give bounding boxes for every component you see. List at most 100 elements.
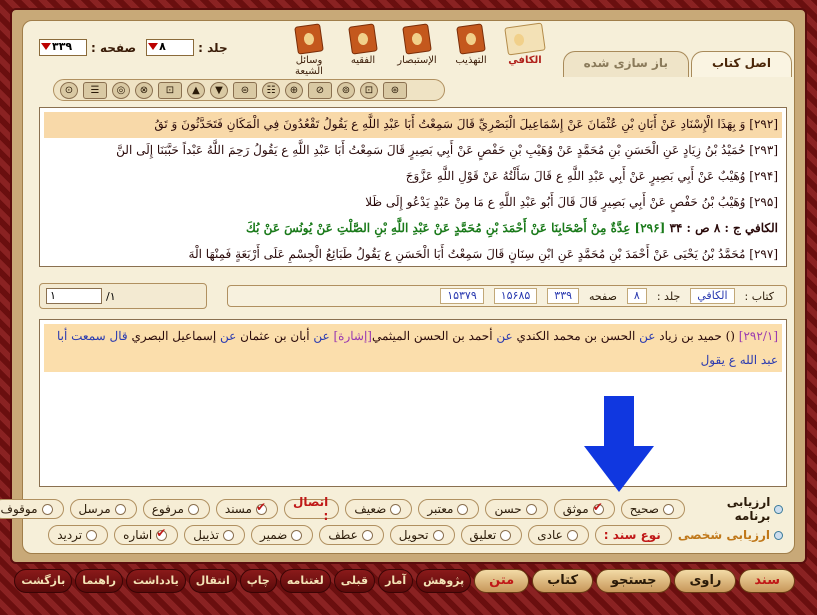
toolbar-button-11[interactable]: ⊚ bbox=[337, 81, 355, 99]
option-label: مرفوع bbox=[151, 502, 184, 516]
ratings_program-option-9[interactable]: موقوف bbox=[0, 499, 64, 519]
option-label: تذييل bbox=[193, 528, 219, 542]
toolbar-button-1[interactable]: ☰ bbox=[83, 81, 107, 99]
ratings_personal-option-7[interactable]: اشاره bbox=[114, 525, 179, 545]
ratings_personal-option-1[interactable]: عادی bbox=[528, 525, 589, 545]
checkbox-icon[interactable] bbox=[361, 529, 373, 541]
pager-current-input[interactable]: ۱ bbox=[46, 288, 102, 304]
toolbar-button-6[interactable]: ▼ bbox=[210, 81, 228, 99]
page-field[interactable]: ۳۳۹ bbox=[39, 39, 87, 56]
ratings_program-option-4[interactable]: ضعيف bbox=[345, 499, 413, 519]
checkbox-icon[interactable] bbox=[525, 503, 537, 515]
hadith-line[interactable]: [۲۹۲] وَ بِهَذَا الْإِسْنَادِ عَنْ أَبَا… bbox=[44, 112, 782, 138]
option-label: معتبر bbox=[427, 502, 454, 516]
checkbox-icon[interactable] bbox=[566, 529, 578, 541]
toolbar-button-5[interactable]: ▲ bbox=[187, 81, 205, 99]
book-1[interactable]: التهذيب bbox=[447, 23, 495, 77]
chevron-down-icon[interactable] bbox=[41, 43, 51, 50]
ratings_personal-option-6[interactable]: تذييل bbox=[184, 525, 245, 545]
checkbox-icon[interactable] bbox=[390, 503, 402, 515]
ratings_program-option-0[interactable]: صحيح bbox=[620, 499, 685, 519]
volume-field[interactable]: ۸ bbox=[146, 39, 195, 56]
chevron-down-icon[interactable] bbox=[148, 43, 159, 50]
ratings_personal-option-5[interactable]: ضمير bbox=[250, 525, 314, 545]
chain-segment: () bbox=[721, 329, 739, 343]
option-label: حسن bbox=[494, 502, 522, 516]
book-label: الإستبصار bbox=[397, 55, 437, 66]
checkbox-icon[interactable] bbox=[457, 503, 469, 515]
ratings_program-option-2[interactable]: حسن bbox=[485, 499, 548, 519]
bottom-button-4[interactable]: متن bbox=[474, 569, 530, 593]
ratings_personal-option-0[interactable]: نوع سند : bbox=[594, 525, 672, 545]
hadith-line[interactable]: [۲۹۴] وُهَيْبٌ عَنْ أَبِي بَصِيرٍ عَنْ أ… bbox=[44, 164, 782, 190]
radio-icon[interactable] bbox=[774, 530, 783, 540]
hadith-line[interactable]: [۲۹۵] وُهَيْبُ بْنُ حَفْصٍ عَنْ أَبِي بَ… bbox=[44, 190, 782, 216]
toolbar-button-3[interactable]: ⊗ bbox=[135, 81, 153, 99]
bottom-button-13[interactable]: بازگشت bbox=[14, 569, 73, 593]
option-label: موقوف bbox=[0, 502, 38, 516]
bottom-button-1[interactable]: راوی bbox=[674, 569, 737, 593]
bottom-button-10[interactable]: انتقال bbox=[188, 569, 237, 593]
ratings_personal-option-4[interactable]: عطف bbox=[319, 525, 384, 545]
bottom-button-7[interactable]: قبلی bbox=[333, 569, 376, 593]
bottom-button-6[interactable]: آمار bbox=[378, 569, 414, 593]
option-label: ضعيف bbox=[354, 502, 387, 516]
ratings_program-option-3[interactable]: معتبر bbox=[418, 499, 480, 519]
tab-0[interactable]: اصل كتاب bbox=[690, 51, 792, 77]
checkbox-icon[interactable] bbox=[291, 529, 303, 541]
checkbox-icon[interactable] bbox=[500, 529, 512, 541]
checkbox-icon[interactable] bbox=[114, 503, 126, 515]
ratings_personal-option-3[interactable]: تحويل bbox=[389, 525, 455, 545]
checkbox-icon[interactable] bbox=[156, 526, 168, 541]
bottom-button-5[interactable]: پژوهش bbox=[416, 569, 472, 593]
toolbar-button-4[interactable]: ⊡ bbox=[158, 81, 182, 99]
checkbox-icon[interactable] bbox=[592, 500, 604, 515]
radio-icon[interactable] bbox=[774, 504, 783, 514]
view-tabs: اصل كتاب باز سازی شده bbox=[562, 51, 792, 77]
ratings_program-option-6[interactable]: مسند bbox=[215, 499, 278, 519]
checkbox-icon[interactable] bbox=[41, 503, 53, 515]
hadith-line[interactable]: الكافي ج : ۸ ص : ۳۴ [۲۹۶] عِدَّةٌ مِنْ أ… bbox=[44, 216, 782, 242]
book-2[interactable]: الإستبصار bbox=[393, 23, 441, 77]
book-label: وسائل الشيعة bbox=[295, 55, 323, 77]
bottom-button-12[interactable]: راهنما bbox=[75, 569, 123, 593]
hadith-text: وُهَيْبٌ عَنْ أَبِي بَصِيرٍ عَنْ أَبِي ع… bbox=[405, 169, 746, 183]
bottom-button-8[interactable]: لغتنامه bbox=[279, 569, 331, 593]
bottom-button-3[interactable]: كتاب bbox=[532, 569, 594, 593]
book-0[interactable]: الكافي bbox=[501, 22, 549, 77]
book-4[interactable]: وسائل الشيعة bbox=[285, 23, 333, 77]
hadith-number: [۲۹۷] bbox=[749, 247, 778, 261]
toolbar-button-0[interactable]: ⊙ bbox=[60, 81, 78, 99]
toolbar-button-9[interactable]: ⊕ bbox=[285, 81, 303, 99]
bottom-button-0[interactable]: سند bbox=[739, 569, 795, 593]
toolbar-button-7[interactable]: ⊜ bbox=[233, 81, 257, 99]
book-3[interactable]: الفقيه bbox=[339, 23, 387, 77]
toolbar-button-13[interactable]: ⊛ bbox=[383, 81, 407, 99]
ratings_program-option-5[interactable]: اتصال : bbox=[283, 495, 340, 523]
bottom-button-11[interactable]: يادداشت bbox=[125, 569, 186, 593]
ratings_personal-option-8[interactable]: ترديد bbox=[48, 525, 109, 545]
hadith-meta: كتاب : الكافي جلد : ۸ صفحه ۳۳۹ ۱۵۶۸۵ ۱۵۳… bbox=[227, 285, 787, 307]
ratings_program-option-7[interactable]: مرفوع bbox=[142, 499, 210, 519]
checkbox-icon[interactable] bbox=[432, 529, 444, 541]
toolbar-button-8[interactable]: ☷ bbox=[262, 81, 280, 99]
sanad-chain-panel[interactable]: [۲۹۲/۱] () حميد بن زياد عن الحسن بن محمد… bbox=[39, 319, 787, 492]
ratings_personal-option-2[interactable]: تعليق bbox=[460, 525, 523, 545]
toolbar-button-12[interactable]: ⊡ bbox=[360, 81, 378, 99]
bottom-button-2[interactable]: جستجو bbox=[596, 569, 672, 593]
checkbox-icon[interactable] bbox=[187, 503, 199, 515]
hadith-text-panel[interactable]: [۲۹۲] وَ بِهَذَا الْإِسْنَادِ عَنْ أَبَا… bbox=[39, 107, 787, 267]
checkbox-icon[interactable] bbox=[663, 503, 674, 515]
ratings_program-option-8[interactable]: مرسل bbox=[69, 499, 137, 519]
hadith-line[interactable]: [۲۹۳] حُمَيْدُ بْنُ زِيَادٍ عَنِ الْحَسَ… bbox=[44, 138, 782, 164]
bottom-button-9[interactable]: چاپ bbox=[239, 569, 277, 593]
book-label: التهذيب bbox=[455, 55, 487, 66]
checkbox-icon[interactable] bbox=[222, 529, 234, 541]
hadith-line[interactable]: [۲۹۷] مُحَمَّدُ بْنُ يَحْيَى عَنْ أَحْمَ… bbox=[44, 242, 782, 266]
tab-1[interactable]: باز سازی شده bbox=[562, 51, 689, 77]
toolbar-button-2[interactable]: ◎ bbox=[112, 81, 130, 99]
toolbar-button-10[interactable]: ⊘ bbox=[308, 81, 332, 99]
checkbox-icon[interactable] bbox=[86, 529, 98, 541]
checkbox-icon[interactable] bbox=[255, 500, 267, 515]
ratings_program-option-1[interactable]: موثق bbox=[553, 499, 615, 519]
